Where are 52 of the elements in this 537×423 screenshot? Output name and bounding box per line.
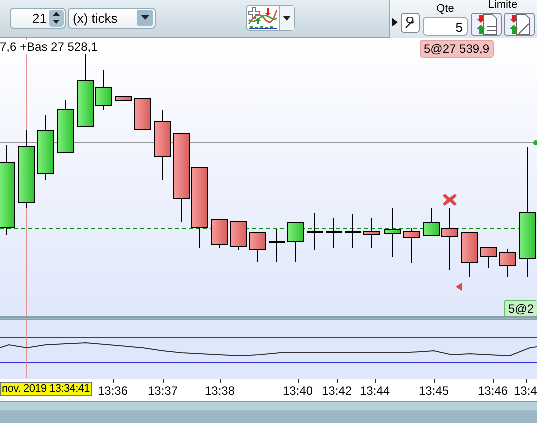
time-axis-label: 13:37 xyxy=(148,384,178,398)
candlestick xyxy=(230,222,248,250)
candlestick xyxy=(250,232,266,262)
candlestick xyxy=(462,232,478,278)
expand-arrow-icon[interactable] xyxy=(392,18,398,27)
indicator-chart-icon xyxy=(247,6,279,30)
settings-icon[interactable] xyxy=(401,13,420,33)
limit-order-label: Limite xyxy=(488,0,518,11)
candlestick xyxy=(480,248,498,268)
quantity-label: Qte xyxy=(436,3,454,15)
time-axis-label: 13:4 xyxy=(514,384,537,398)
candlestick xyxy=(345,214,361,248)
triangle-marker-icon xyxy=(456,283,462,291)
candlestick xyxy=(154,110,172,180)
candlestick xyxy=(364,218,380,248)
period-unit-value: (x) ticks xyxy=(73,10,118,26)
time-axis-label: 13:46 xyxy=(478,384,508,398)
candlestick xyxy=(500,248,516,278)
candlestick xyxy=(326,218,342,248)
stop-order-button[interactable] xyxy=(504,13,535,36)
dropdown-caret-icon[interactable] xyxy=(279,6,294,30)
period-spin-field[interactable]: 21 xyxy=(10,8,66,28)
spin-arrows-icon[interactable] xyxy=(49,10,64,26)
add-indicator-button[interactable] xyxy=(246,5,295,31)
candlestick xyxy=(38,114,54,180)
time-axis-label: 13:38 xyxy=(204,384,236,398)
cursor-time-label: nov. 2019 13:34:41 xyxy=(0,382,92,396)
quantity-field[interactable]: 5 xyxy=(423,17,468,36)
time-axis-label: 13:44 xyxy=(360,384,390,398)
limit-order-button[interactable] xyxy=(471,13,502,36)
time-axis-label: 13:42 xyxy=(322,384,352,398)
period-unit-dropdown[interactable]: (x) ticks xyxy=(68,8,156,28)
time-axis-label: 13:45 xyxy=(418,384,450,398)
order-arrows-icon xyxy=(508,14,530,36)
candlestick xyxy=(307,212,323,250)
candlestick xyxy=(212,220,228,248)
order-arrows-icon xyxy=(476,14,498,36)
dropdown-caret-icon xyxy=(137,10,153,26)
order-price-tag[interactable]: 5@27 539,9 xyxy=(420,40,494,58)
sell-marker-icon xyxy=(443,194,457,206)
period-value: 21 xyxy=(32,10,47,26)
position-tag[interactable]: 5@2 xyxy=(504,300,537,316)
time-axis-label: 13:40 xyxy=(282,384,314,398)
time-axis-label: 13:36 xyxy=(98,384,128,398)
price-info-text: 7,6 +Bas 27 528,1 xyxy=(0,40,98,54)
candlestick xyxy=(116,96,132,102)
candlestick xyxy=(269,228,285,262)
candlestick xyxy=(384,208,402,258)
candlestick xyxy=(58,100,74,154)
candlestick xyxy=(404,228,420,264)
candlestick xyxy=(134,98,152,130)
candlestick xyxy=(288,222,304,262)
